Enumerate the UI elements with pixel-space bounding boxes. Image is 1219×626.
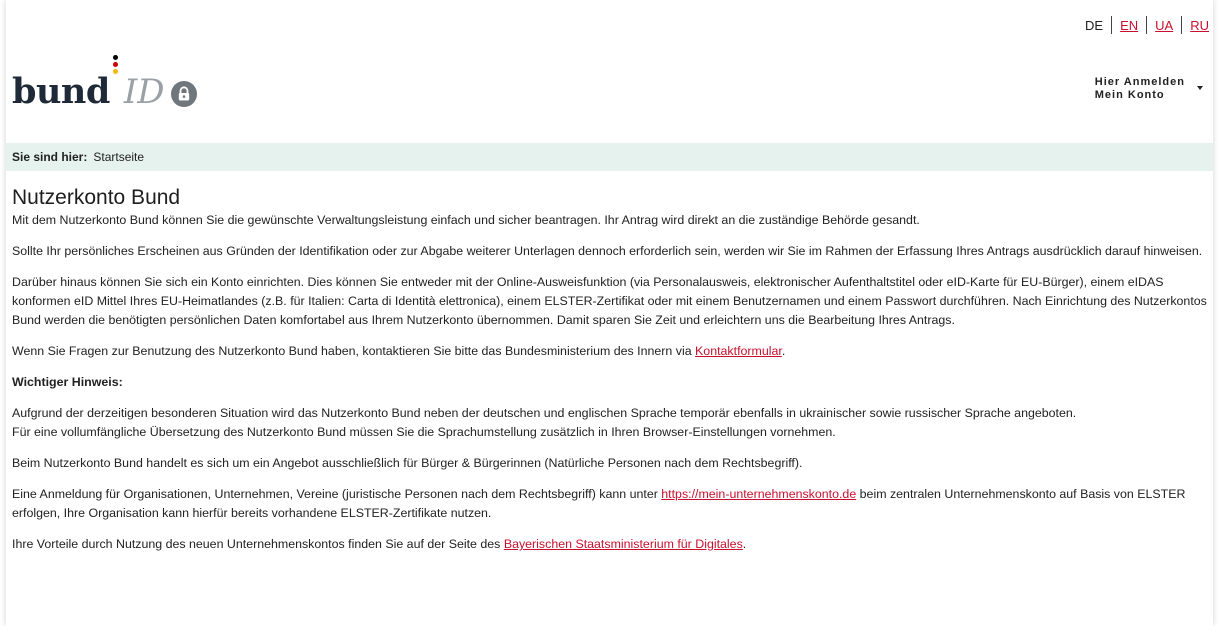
logo-dot-red xyxy=(112,62,118,67)
language-switcher: DE EN UA RU xyxy=(1077,16,1209,34)
page-frame: DE EN UA RU bund ID Hier Anmelden Mein K… xyxy=(6,0,1213,626)
breadcrumb-label: Sie sind hier: xyxy=(12,150,88,164)
appearance-paragraph: Sollte Ihr persönliches Erscheinen aus G… xyxy=(12,244,1203,258)
unternehmenskonto-link[interactable]: https://mein-unternehmenskonto.de xyxy=(661,487,856,501)
contact-form-link[interactable]: Kontaktformular xyxy=(695,344,782,358)
contact-text: Wenn Sie Fragen zur Benutzung des Nutzer… xyxy=(12,344,696,358)
account-my-account-label: Mein Konto xyxy=(1094,89,1165,101)
page-title: Nutzerkonto Bund xyxy=(12,186,181,209)
contact-paragraph: Wenn Sie Fragen zur Benutzung des Nutzer… xyxy=(12,342,1212,361)
logo-dot-gold xyxy=(112,69,118,74)
bundid-logo[interactable]: bund ID xyxy=(12,52,197,112)
lock-icon xyxy=(170,81,197,107)
notice-heading-text: Wichtiger Hinweis: xyxy=(12,375,123,389)
lang-link-en[interactable]: EN xyxy=(1112,18,1146,33)
intro-paragraph: Mit dem Nutzerkonto Bund können Sie die … xyxy=(12,213,920,227)
citizens-only-paragraph: Beim Nutzerkonto Bund handelt es sich um… xyxy=(12,456,803,470)
logo-flag-dots xyxy=(112,55,118,76)
organisations-paragraph: Eine Anmeldung für Organisationen, Unter… xyxy=(12,485,1212,523)
chevron-down-icon xyxy=(1197,86,1203,90)
account-login-label: Hier Anmelden xyxy=(1094,76,1185,88)
logo-word: bund xyxy=(12,71,110,112)
lang-link-ua[interactable]: UA xyxy=(1147,18,1181,33)
language-notice-line1: Aufgrund der derzeitigen besonderen Situ… xyxy=(12,406,1077,420)
ministry-link[interactable]: Bayerischen Staatsministerium für Digita… xyxy=(504,537,743,551)
advantages-paragraph: Ihre Vorteile durch Nutzung des neuen Un… xyxy=(12,535,1212,554)
notice-heading: Wichtiger Hinweis: xyxy=(12,373,1212,392)
advantages-text-end: . xyxy=(742,537,747,551)
main-content: Nutzerkonto Bund Mit dem Nutzerkonto Bun… xyxy=(12,186,1212,566)
breadcrumb: Sie sind hier: Startseite xyxy=(6,143,1213,171)
logo-dot-black xyxy=(112,55,118,60)
language-notice-line2: Für eine vollumfängliche Übersetzung des… xyxy=(12,425,836,439)
organisations-text: Eine Anmeldung für Organisationen, Unter… xyxy=(12,487,662,501)
advantages-text: Ihre Vorteile durch Nutzung des neuen Un… xyxy=(12,537,504,551)
lang-current: DE xyxy=(1085,17,1104,33)
account-setup-paragraph: Darüber hinaus können Sie sich ein Konto… xyxy=(12,275,1207,327)
breadcrumb-current: Startseite xyxy=(93,150,145,164)
logo-id: ID xyxy=(123,72,165,112)
account-menu[interactable]: Hier Anmelden Mein Konto xyxy=(1094,76,1203,102)
language-notice-paragraph: Aufgrund der derzeitigen besonderen Situ… xyxy=(12,404,1212,442)
lang-link-ru[interactable]: RU xyxy=(1182,18,1209,33)
contact-text-end: . xyxy=(781,344,786,358)
